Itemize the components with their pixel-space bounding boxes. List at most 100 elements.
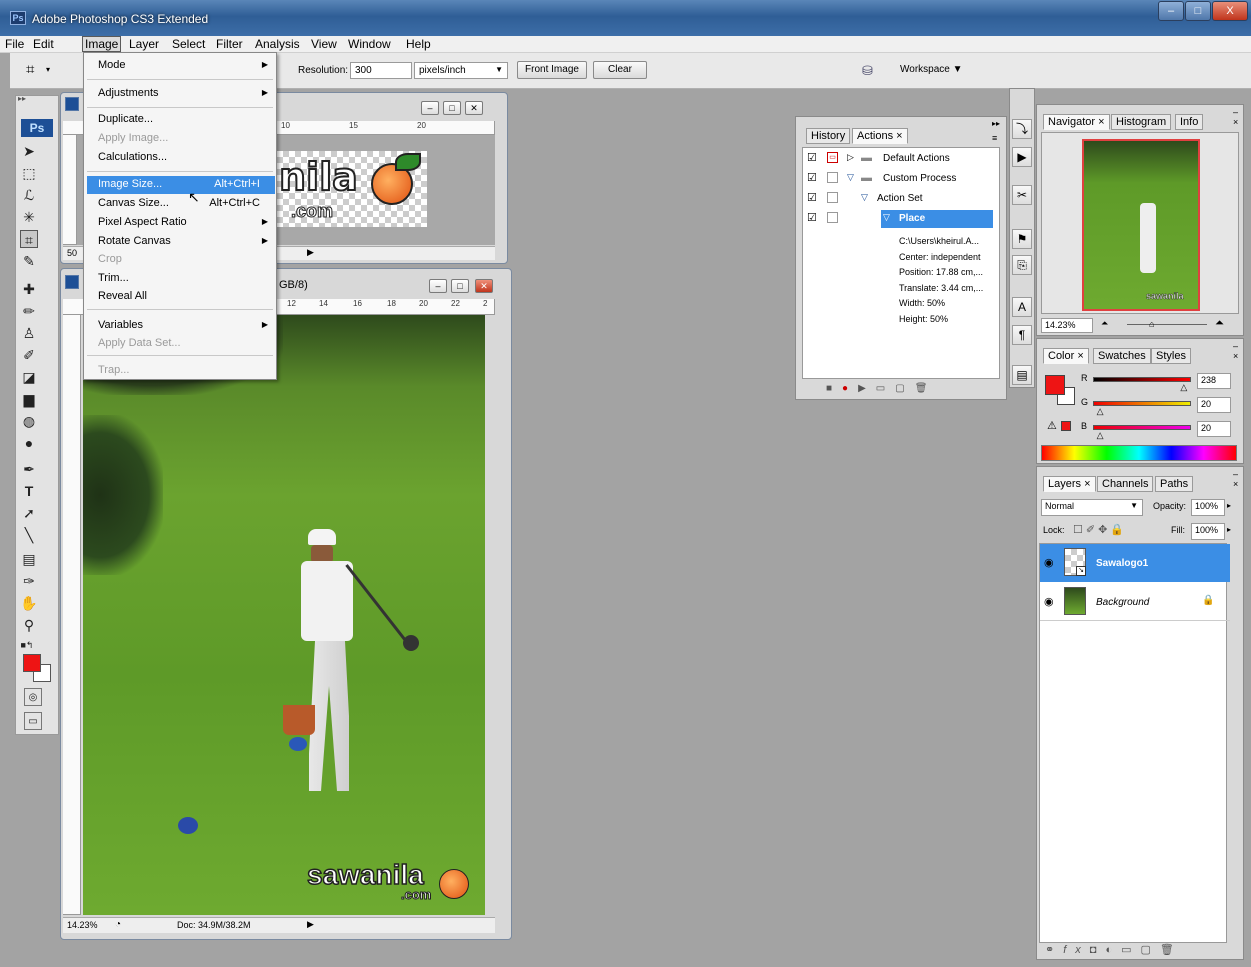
menu-item-duplicate[interactable]: Duplicate... xyxy=(98,113,153,125)
menu-item-calculations[interactable]: Calculations... xyxy=(98,151,167,163)
tab-actions[interactable]: Actions × xyxy=(852,128,908,144)
toggle-check-icon[interactable]: ☑ xyxy=(807,191,817,204)
adjustment-layer-icon[interactable]: ◐ xyxy=(1105,944,1121,956)
eye-icon[interactable]: ◉ xyxy=(1044,556,1054,569)
opacity-input[interactable]: 100% xyxy=(1191,499,1225,516)
red-slider-thumb[interactable]: △ xyxy=(1180,382,1187,393)
dodge-tool-icon[interactable]: ● xyxy=(20,434,38,452)
doc-maximize-button[interactable]: □ xyxy=(443,101,461,115)
toggle-check-icon[interactable]: ☑ xyxy=(807,171,817,184)
collapse-panel-icon[interactable]: ▸▸ xyxy=(992,119,1000,128)
tab-paths[interactable]: Paths xyxy=(1155,476,1194,492)
navigator-zoom-input[interactable]: 14.23% xyxy=(1041,318,1093,333)
layer-name[interactable]: Sawalogo1 xyxy=(1096,558,1148,569)
menu-item-trim[interactable]: Trim... xyxy=(98,272,129,284)
history-brush-icon[interactable]: ✐ xyxy=(20,346,38,364)
doc-minimize-button[interactable]: – xyxy=(429,279,447,293)
menu-item-canvas-size[interactable]: Canvas Size... xyxy=(98,197,169,209)
collapse-arrow-icon[interactable]: ▽ xyxy=(847,172,854,183)
menu-file[interactable]: File xyxy=(5,37,24,51)
action-row-action-set[interactable]: ☑ ▽ Action Set xyxy=(803,190,993,210)
line-tool-icon[interactable]: ╲ xyxy=(20,526,38,544)
menu-help[interactable]: Help xyxy=(406,37,431,51)
layer-row-background[interactable]: ◉ Background 🔒 xyxy=(1040,583,1230,621)
menu-item-adjustments[interactable]: Adjustments xyxy=(98,87,159,99)
stop-icon[interactable]: ■ xyxy=(826,383,842,394)
magic-wand-tool-icon[interactable]: ✳ xyxy=(20,208,38,226)
expand-arrow-icon[interactable]: ▷ xyxy=(847,152,854,163)
close-panel-icon[interactable]: –× xyxy=(1233,341,1243,361)
dialog-toggle-icon[interactable] xyxy=(827,192,838,203)
blur-tool-icon[interactable]: ◍ xyxy=(20,412,38,430)
delete-layer-icon[interactable]: 🗑 xyxy=(1160,944,1183,956)
blue-value-input[interactable]: 20 xyxy=(1197,421,1231,437)
menu-filter[interactable]: Filter xyxy=(216,37,243,51)
menu-item-mode[interactable]: Mode xyxy=(98,59,126,71)
notes-tool-icon[interactable]: ▤ xyxy=(20,550,38,568)
dialog-toggle-icon[interactable] xyxy=(827,212,838,223)
move-tool-icon[interactable]: ➤ xyxy=(20,142,38,160)
tab-styles[interactable]: Styles xyxy=(1151,348,1191,364)
workspace-menu[interactable]: Workspace ▼ xyxy=(900,64,963,75)
trash-icon[interactable]: 🗑 xyxy=(915,383,938,394)
action-row-place[interactable]: ☑ ▽ Place xyxy=(803,210,993,230)
lock-position-icon[interactable]: ✥ xyxy=(1098,524,1110,536)
zoom-slider-thumb[interactable]: ⌂ xyxy=(1149,319,1154,329)
clone-source-icon[interactable]: ⎘ xyxy=(1012,255,1032,275)
screen-mode-icon[interactable]: ▭ xyxy=(24,712,42,730)
healing-brush-icon[interactable]: ✚ xyxy=(20,280,38,298)
green-slider-thumb[interactable]: △ xyxy=(1097,406,1104,417)
golf-photo-canvas[interactable]: sawanila .com xyxy=(83,315,485,915)
paragraph-panel-icon[interactable]: ¶ xyxy=(1012,325,1032,345)
blue-slider-thumb[interactable]: △ xyxy=(1097,430,1104,441)
status-menu-arrow-icon[interactable]: ▶ xyxy=(307,247,314,258)
foreground-color-swatch[interactable] xyxy=(23,654,41,672)
menu-analysis[interactable]: Analysis xyxy=(255,37,300,51)
link-layers-icon[interactable]: ⚭ xyxy=(1045,944,1063,956)
green-value-input[interactable]: 20 xyxy=(1197,397,1231,413)
crop-tool-icon[interactable]: ⌗ xyxy=(26,61,34,78)
tab-swatches[interactable]: Swatches xyxy=(1093,348,1151,364)
dialog-toggle-icon[interactable]: ▭ xyxy=(827,152,838,163)
navigator-view-box[interactable]: sawanila xyxy=(1082,139,1200,311)
eye-icon[interactable]: ◉ xyxy=(1044,595,1054,608)
tab-histogram[interactable]: Histogram xyxy=(1111,114,1172,130)
gamut-color-chip[interactable] xyxy=(1061,421,1071,431)
tool-preset-dropdown-icon[interactable]: ▾ xyxy=(46,65,50,74)
zoom-out-icon[interactable]: ⏶ xyxy=(1101,318,1108,329)
panel-menu-icon[interactable]: ≡ xyxy=(992,133,997,143)
resolution-input[interactable]: 300 xyxy=(350,62,412,79)
tool-presets-icon[interactable]: ✂ xyxy=(1012,185,1032,205)
brushes-panel-icon[interactable]: ⚑ xyxy=(1012,229,1032,249)
menu-view[interactable]: View xyxy=(311,37,337,51)
play-icon[interactable]: ▶ xyxy=(858,383,876,394)
layer-mask-icon[interactable]: ◘ xyxy=(1090,944,1106,956)
red-value-input[interactable]: 238 xyxy=(1197,373,1231,389)
new-layer-icon[interactable]: ▢ xyxy=(1141,944,1160,956)
collapse-toolbox-icon[interactable]: ▸▸ xyxy=(18,94,26,103)
path-selection-icon[interactable]: ➚ xyxy=(20,504,38,522)
opacity-arrow-icon[interactable]: ▸ xyxy=(1227,501,1231,510)
toggle-check-icon[interactable]: ☑ xyxy=(807,151,817,164)
history-panel-icon[interactable]: ⤵ xyxy=(1012,119,1032,139)
foreground-color-chip[interactable] xyxy=(1045,375,1065,395)
eraser-tool-icon[interactable]: ◪ xyxy=(20,368,38,386)
marquee-tool-icon[interactable]: ⬚ xyxy=(20,164,38,182)
zoom-slider[interactable] xyxy=(1127,324,1207,325)
menu-window[interactable]: Window xyxy=(348,37,391,51)
menu-item-reveal-all[interactable]: Reveal All xyxy=(98,290,147,302)
zoom-in-icon[interactable]: ⏶ xyxy=(1215,317,1224,330)
resolution-unit-select[interactable]: pixels/inch ▼ xyxy=(414,62,508,79)
type-tool-icon[interactable]: T xyxy=(20,482,38,500)
action-row-custom-process[interactable]: ☑ ▽ ▬ Custom Process xyxy=(803,170,993,190)
status-menu-arrow-icon[interactable]: ▶ xyxy=(307,919,314,930)
doc-maximize-button[interactable]: □ xyxy=(451,279,469,293)
character-panel-icon[interactable]: A xyxy=(1012,297,1032,317)
new-group-icon[interactable]: ▭ xyxy=(1121,944,1140,956)
tab-layers[interactable]: Layers × xyxy=(1043,476,1096,492)
menu-image[interactable]: Image xyxy=(82,36,122,52)
menu-item-image-size[interactable]: Image Size... xyxy=(98,178,162,190)
front-image-button[interactable]: Front Image xyxy=(517,61,587,79)
photoshop-logo[interactable]: Ps xyxy=(21,119,53,137)
lock-pixels-icon[interactable]: ✐ xyxy=(1086,524,1098,536)
